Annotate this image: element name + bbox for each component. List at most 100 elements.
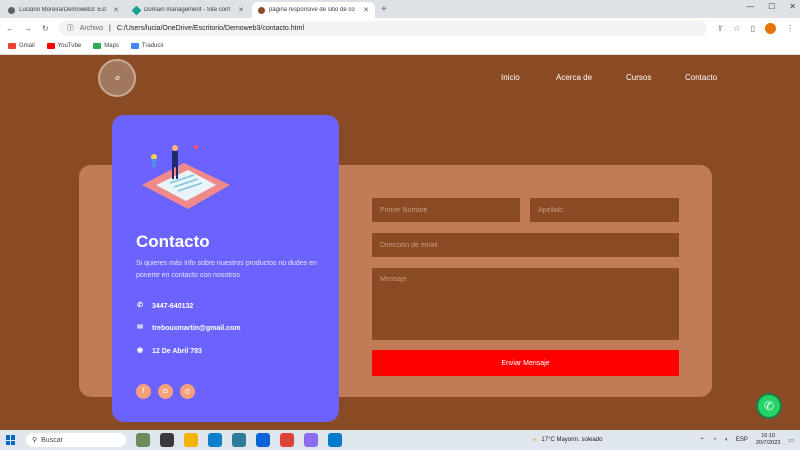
url-divider: | (109, 24, 111, 32)
share-icon[interactable]: ⇪ (717, 24, 724, 33)
bookmark-label: Maps (104, 43, 119, 49)
email-field[interactable] (372, 233, 679, 257)
maps-icon (93, 43, 102, 49)
copilot-icon[interactable] (304, 433, 318, 447)
card-description: Si quieres más info sobre nuestros produ… (136, 260, 317, 279)
network-icon[interactable]: ◔ (713, 437, 717, 443)
tab-title: página responsive de sitio de co (269, 7, 355, 13)
url-scheme: Archivo (79, 24, 104, 32)
bookmark-label: Traducir (141, 43, 164, 49)
search-icon: ⚲ (32, 437, 38, 444)
whatsapp-icon: ✆ (763, 399, 775, 413)
mail-app-icon[interactable] (256, 433, 270, 447)
netlify-icon (131, 5, 142, 15)
bookmark-gmail[interactable]: Gmail (8, 43, 35, 49)
bookmark-translate[interactable]: Traducir (130, 43, 164, 49)
web-page: ✿ Inicio Acerca de Cursos Contacto Conta… (0, 56, 800, 430)
whatsapp-floating-button[interactable]: ✆ (756, 393, 782, 419)
translate-icon (130, 43, 139, 49)
site-logo[interactable]: ✿ (98, 59, 136, 97)
social-links: f ◘ ✆ (136, 384, 195, 399)
phone-text: 3447-640132 (152, 302, 194, 310)
edge-icon[interactable] (208, 433, 222, 447)
minimize-icon[interactable]: — (746, 2, 754, 11)
toolbar-actions: ⇪ ☆ ▯ ⋮ (717, 22, 794, 34)
email-text: trebouxmartin@gmail.com (152, 324, 241, 332)
close-icon[interactable]: ✕ (238, 6, 244, 14)
first-name-field[interactable] (372, 198, 520, 222)
close-icon[interactable]: ✕ (363, 6, 369, 14)
window-controls: — ☐ ✕ (746, 2, 796, 11)
contact-email: ✉ trebouxmartin@gmail.com (136, 324, 241, 332)
weather-widget[interactable]: ☀ 17°C Mayorm. soleado (532, 430, 602, 450)
file-explorer-icon[interactable] (184, 433, 198, 447)
widget-icon[interactable] (136, 433, 150, 447)
forward-icon[interactable]: → (24, 24, 32, 33)
taskbar-search[interactable]: ⚲ Buscar (26, 433, 126, 447)
system-tray: ⌃ ◔ ◖ ESP 16:10 20/7/2023 ▭ (700, 430, 794, 450)
facebook-icon[interactable]: f (136, 384, 151, 399)
weather-text: 17°C Mayorm. soleado (541, 437, 603, 443)
nav-link-inicio[interactable]: Inicio (501, 73, 520, 82)
nav-link-acerca[interactable]: Acerca de (556, 73, 592, 82)
reload-icon[interactable]: ↻ (42, 24, 49, 33)
new-tab-icon[interactable]: + (381, 2, 387, 18)
bookmark-maps[interactable]: Maps (93, 43, 119, 49)
gmail-icon (8, 43, 16, 49)
vscode-icon[interactable] (328, 433, 342, 447)
bookmark-star-icon[interactable]: ☆ (733, 24, 740, 33)
clock-date: 20/7/2023 (755, 440, 781, 446)
tab-title: Domain management - Site conf (144, 7, 231, 13)
windows-start-icon[interactable] (6, 435, 16, 445)
clock[interactable]: 16:10 20/7/2023 (756, 433, 780, 447)
browser-tab[interactable]: Domain management - Site conf ✕ (127, 2, 250, 18)
notification-icon[interactable]: ▭ (788, 437, 794, 444)
contact-illustration (142, 145, 230, 209)
bookmark-label: Gmail (19, 43, 35, 49)
lang-indicator[interactable]: ESP (736, 437, 748, 443)
volume-icon[interactable]: ◖ (724, 437, 728, 443)
tab-title: Luciano Moreira/Demoweb3: Est (19, 7, 107, 13)
last-name-field[interactable] (530, 198, 679, 222)
browser-tab-active[interactable]: página responsive de sitio de co ✕ (252, 2, 375, 18)
card-title: Contacto (136, 232, 210, 251)
phone-icon: ✆ (137, 302, 143, 309)
sidebar-icon[interactable]: ▯ (751, 24, 755, 33)
site-icon (258, 6, 265, 14)
whatsapp-icon[interactable]: ✆ (180, 384, 195, 399)
contact-phone: ✆ 3447-640132 (136, 302, 193, 310)
search-placeholder: Buscar (41, 436, 63, 444)
contact-card: Contacto Si quieres más info sobre nuest… (112, 115, 339, 422)
send-message-button[interactable]: Enviar Mensaje (372, 350, 679, 376)
tray-chevron-icon[interactable]: ⌃ (700, 437, 705, 444)
menu-icon[interactable]: ⋮ (786, 24, 794, 33)
address-bar: ← → ↻ ⓘ Archivo | C:/Users/lucia/OneDriv… (0, 18, 800, 38)
github-icon (8, 6, 15, 14)
back-icon[interactable]: ← (6, 24, 14, 33)
url-field[interactable]: ⓘ Archivo | C:/Users/lucia/OneDrive/Escr… (58, 20, 707, 36)
chrome-icon[interactable] (280, 433, 294, 447)
instagram-icon[interactable]: ◘ (158, 384, 173, 399)
maximize-icon[interactable]: ☐ (768, 2, 775, 11)
task-view-icon[interactable] (160, 433, 174, 447)
nav-link-contacto[interactable]: Contacto (685, 73, 717, 82)
youtube-icon (46, 43, 55, 49)
location-icon: ◉ (136, 347, 144, 354)
browser-tab[interactable]: Luciano Moreira/Demoweb3: Est ✕ (2, 2, 125, 18)
profile-avatar[interactable] (765, 22, 776, 34)
url-path: C:/Users/lucia/OneDrive/Escritorio/Demow… (116, 24, 304, 32)
bookmark-youtube[interactable]: YouTube (46, 43, 82, 49)
sun-icon: ☀ (532, 437, 538, 444)
store-icon[interactable] (232, 433, 246, 447)
window-close-icon[interactable]: ✕ (789, 2, 796, 11)
nav-link-cursos[interactable]: Cursos (626, 73, 651, 82)
mail-icon: ✉ (137, 324, 143, 331)
message-field[interactable] (372, 268, 679, 340)
contact-address: ◉ 12 De Abril 783 (136, 347, 202, 355)
address-text: 12 De Abril 783 (152, 347, 202, 355)
browser-tab-bar: Luciano Moreira/Demoweb3: Est ✕ Domain m… (0, 0, 800, 18)
taskbar: ⚲ Buscar ☀ 17°C Mayorm. soleado ⌃ ◔ ◖ ES… (0, 430, 800, 450)
close-icon[interactable]: ✕ (113, 6, 119, 14)
bookmark-label: YouTube (57, 43, 82, 49)
bookmarks-bar: Gmail YouTube Maps Traducir (0, 38, 800, 55)
